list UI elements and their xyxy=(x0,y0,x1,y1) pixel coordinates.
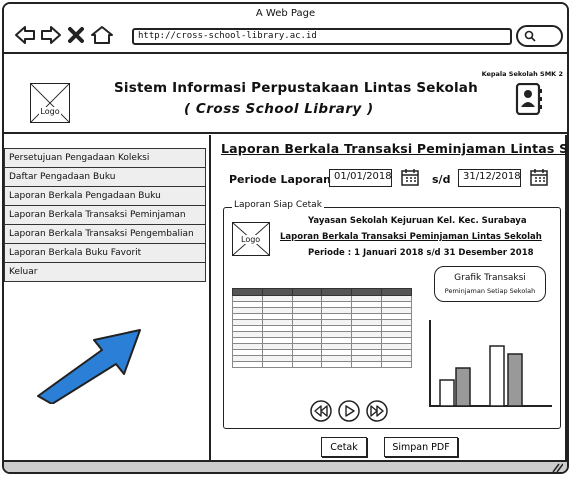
periode-label: Periode Laporan xyxy=(229,173,331,186)
play-icon[interactable] xyxy=(338,400,360,422)
browser-toolbar: A Web Page http://cross-school-library.a… xyxy=(4,4,567,54)
site-header: Logo Sistem Informasi Perpustakaan Linta… xyxy=(4,56,567,134)
user-role: Kepala Sekolah SMK 2 xyxy=(481,70,563,78)
user-profile-icon[interactable] xyxy=(515,83,543,115)
sidebar-item-laporan-pengembalian[interactable]: Laporan Berkala Transaksi Pengembalian xyxy=(4,224,206,244)
chart-bar xyxy=(507,353,523,407)
date-from-input[interactable]: 01/01/2018 xyxy=(329,169,392,187)
sidebar-item-laporan-peminjaman[interactable]: Laporan Berkala Transaksi Peminjaman xyxy=(4,205,206,225)
bar-chart-thumbnail xyxy=(429,320,552,407)
forward-icon[interactable] xyxy=(40,25,62,45)
report-header-line-1: Yayasan Sekolah Kejuruan Kel. Kec. Surab… xyxy=(308,216,527,226)
date-separator: s/d xyxy=(432,173,451,186)
report-logo-label: Logo xyxy=(241,235,261,244)
report-preview-legend: Laporan Siap Cetak xyxy=(232,200,324,210)
pointer-arrow-icon xyxy=(37,329,141,404)
report-logo: Logo xyxy=(232,222,270,256)
close-icon[interactable] xyxy=(66,25,86,45)
browser-window: A Web Page http://cross-school-library.a… xyxy=(2,2,569,474)
site-logo-label: Logo xyxy=(39,107,61,116)
back-icon[interactable] xyxy=(14,25,36,45)
search-field[interactable] xyxy=(516,25,563,47)
sidebar-item-persetujuan-pengadaan[interactable]: Persetujuan Pengadaan Koleksi xyxy=(4,148,206,168)
chart-subtitle: Peminjaman Setiap Sekolah xyxy=(444,287,536,295)
sidebar-item-laporan-pengadaan[interactable]: Laporan Berkala Pengadaan Buku xyxy=(4,186,206,206)
page-title: Laporan Berkala Transaksi Peminjaman Lin… xyxy=(221,141,569,156)
report-preview: Laporan Siap Cetak Logo Yayasan Sekolah … xyxy=(223,200,561,429)
home-icon[interactable] xyxy=(90,25,114,45)
search-icon xyxy=(524,30,536,42)
chart-title: Grafik Transaksi xyxy=(454,273,526,283)
site-logo: Logo xyxy=(30,83,70,123)
print-button[interactable]: Cetak xyxy=(321,437,367,457)
chart-bar xyxy=(489,345,505,407)
calendar-icon[interactable] xyxy=(401,168,419,186)
calendar-icon[interactable] xyxy=(530,168,548,186)
report-header-line-2: Laporan Berkala Transaksi Peminjaman Lin… xyxy=(280,232,542,242)
resize-grip-icon[interactable] xyxy=(551,462,563,472)
table-row xyxy=(232,361,412,368)
report-table xyxy=(232,288,412,368)
report-header-line-3: Periode : 1 Januari 2018 s/d 31 Desember… xyxy=(308,248,534,258)
rewind-icon[interactable] xyxy=(310,400,332,422)
main-content: Laporan Berkala Transaksi Peminjaman Lin… xyxy=(209,135,567,462)
site-subtitle: ( Cross School Library ) xyxy=(184,101,374,117)
address-bar[interactable]: http://cross-school-library.ac.id xyxy=(132,28,512,45)
status-bar xyxy=(4,460,567,472)
date-to-input[interactable]: 31/12/2018 xyxy=(458,169,521,187)
sidebar-item-laporan-buku-favorit[interactable]: Laporan Berkala Buku Favorit xyxy=(4,243,206,263)
sidebar-item-keluar[interactable]: Keluar xyxy=(4,262,206,282)
table-header xyxy=(232,288,412,296)
chart-caption: Grafik Transaksi Peminjaman Setiap Sekol… xyxy=(434,266,546,302)
site-title: Sistem Informasi Perpustakaan Lintas Sek… xyxy=(114,80,478,96)
chart-bar xyxy=(439,379,455,407)
chart-bar xyxy=(455,367,471,407)
window-title: A Web Page xyxy=(255,8,316,19)
sidebar-menu: Persetujuan Pengadaan Koleksi Daftar Pen… xyxy=(4,148,206,282)
fast-forward-icon[interactable] xyxy=(366,400,388,422)
sidebar-item-daftar-pengadaan[interactable]: Daftar Pengadaan Buku xyxy=(4,167,206,187)
save-pdf-button[interactable]: Simpan PDF xyxy=(384,437,458,457)
